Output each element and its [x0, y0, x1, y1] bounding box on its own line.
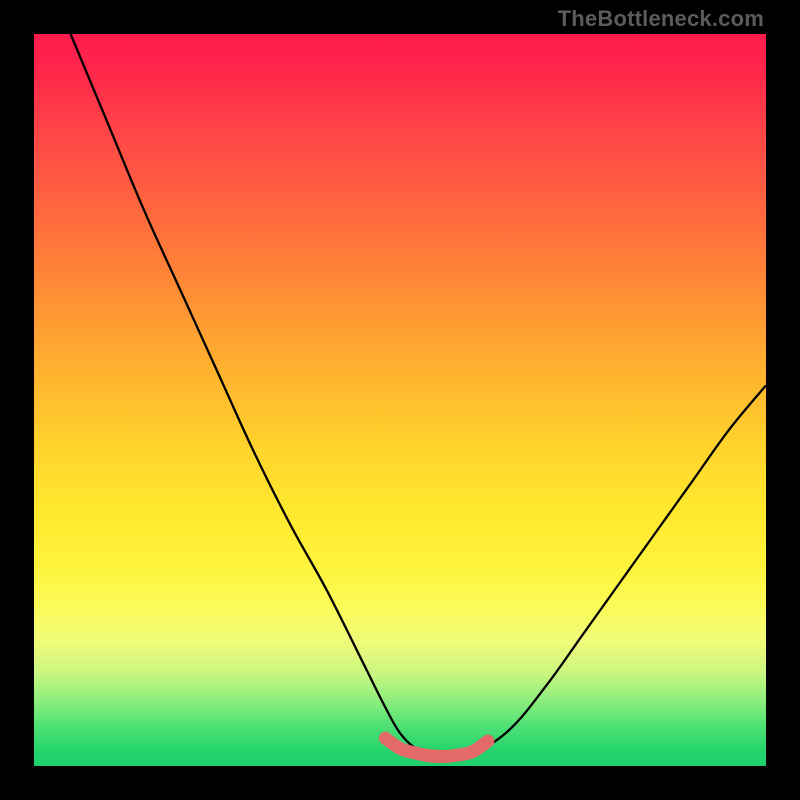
plot-area	[34, 34, 766, 766]
bottleneck-curve	[71, 34, 766, 757]
valley-highlight	[385, 738, 487, 756]
watermark-text: TheBottleneck.com	[558, 6, 764, 32]
chart-frame: TheBottleneck.com	[0, 0, 800, 800]
curve-layer	[34, 34, 766, 766]
highlight-path	[385, 738, 487, 756]
curve-path	[71, 34, 766, 757]
